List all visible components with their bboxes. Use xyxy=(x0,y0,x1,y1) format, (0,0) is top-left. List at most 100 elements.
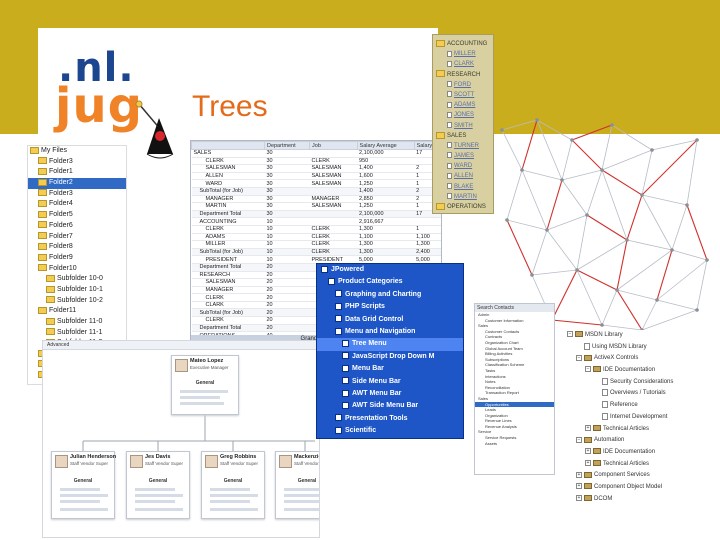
table-cell: 30 xyxy=(264,179,310,188)
table-row[interactable]: MANAGER 30 MANAGER 2,850 2 xyxy=(191,195,441,204)
tree-item-label: Admin xyxy=(478,312,490,317)
table-row[interactable]: CLERK 10 CLERK 1,300 1 xyxy=(191,225,441,234)
tree-item[interactable]: Subfolder 10-2 xyxy=(28,296,126,307)
tree-item[interactable]: SCOTT xyxy=(433,90,493,100)
table-row[interactable]: SubTotal (for Job) 10 CLERK 1,300 2,400 xyxy=(191,248,441,257)
tree-item[interactable]: ALLEN xyxy=(433,171,493,181)
tree-item[interactable]: Folder5 xyxy=(28,210,126,221)
tree-item[interactable]: + Technical Articles xyxy=(565,424,720,436)
table-cell: 950 xyxy=(357,157,415,166)
table-cell: SALESMAN xyxy=(309,172,358,181)
tree-item[interactable]: Subfolder 10-0 xyxy=(28,274,126,285)
tree-item[interactable]: MARTIN xyxy=(433,192,493,202)
tree-item[interactable]: Security Considerations xyxy=(565,377,720,389)
tree-item[interactable]: Folder10 xyxy=(28,264,126,275)
tree-item[interactable]: TURNER xyxy=(433,141,493,151)
tree-item[interactable]: Internet Development xyxy=(565,412,720,424)
tree-item[interactable]: Folder8 xyxy=(28,242,126,253)
table-row[interactable]: ADAMS 10 CLERK 1,100 1,100 xyxy=(191,233,441,242)
table-row[interactable]: SubTotal (for Job) 30 1,400 2 xyxy=(191,187,441,196)
tree-item[interactable]: JONES xyxy=(433,110,493,120)
tree-item[interactable]: BLAKE xyxy=(433,182,493,192)
tree-item[interactable]: OPERATIONS xyxy=(433,202,493,212)
tree-item[interactable]: − ActiveX Controls xyxy=(565,353,720,365)
graph-edge xyxy=(501,129,523,171)
tree-item[interactable]: CLARK xyxy=(433,59,493,69)
tree-item[interactable]: Folder4 xyxy=(28,199,126,210)
tree-item[interactable]: Graphing and Charting xyxy=(317,289,463,301)
column-header[interactable] xyxy=(191,141,265,150)
tree-item[interactable]: Assets xyxy=(475,441,554,447)
table-row[interactable]: ALLEN 30 SALESMAN 1,600 1 xyxy=(191,172,441,181)
tree-item[interactable]: ADAMS xyxy=(433,100,493,110)
column-header[interactable]: Job xyxy=(309,141,358,150)
tree-item[interactable]: Folder9 xyxy=(28,253,126,264)
tree-item[interactable]: + DCOM xyxy=(565,494,720,506)
tree-item[interactable]: ACCOUNTING xyxy=(433,39,493,49)
tree-item[interactable]: Folder6 xyxy=(28,221,126,232)
tree-item[interactable]: Folder3 xyxy=(28,157,126,168)
tree-item[interactable]: JPowered xyxy=(317,264,463,276)
tree-item[interactable]: JavaScript Drop Down M xyxy=(317,351,463,363)
tree-item[interactable]: Presentation Tools xyxy=(317,413,463,425)
tree-item[interactable]: SALES xyxy=(433,131,493,141)
tree-item[interactable]: Support xyxy=(317,437,463,438)
tree-item[interactable]: Subfolder 10-1 xyxy=(28,285,126,296)
tree-item[interactable]: − MSDN Library xyxy=(565,330,720,342)
org-card[interactable]: Mackenzie GibsonStaff Vendor Super Genera… xyxy=(275,451,319,519)
org-card[interactable]: Greg Robbins Staff Vendor Super General xyxy=(201,451,265,519)
tree-item[interactable]: WARD xyxy=(433,161,493,171)
tree-item[interactable]: − Automation xyxy=(565,435,720,447)
table-row[interactable]: Department Total 30 2,100,000 17 xyxy=(191,210,441,219)
tree-item[interactable]: SMITH xyxy=(433,121,493,131)
table-row[interactable]: ACCOUNTING 10 2,916,667 xyxy=(191,217,441,226)
tree-item[interactable]: − IDE Documentation xyxy=(565,365,720,377)
tree-item[interactable]: JAMES xyxy=(433,151,493,161)
tree-item[interactable]: Overviews / Tutorials xyxy=(565,388,720,400)
org-card-root[interactable]: Mateo Lopez Executive Manager General xyxy=(171,355,239,415)
logo-jug: jug xyxy=(55,78,143,134)
tree-item[interactable]: AWT Side Menu Bar xyxy=(317,400,463,412)
tree-item[interactable]: My Files xyxy=(28,146,126,157)
table-row[interactable]: MILLER 10 CLERK 1,300 1,300 xyxy=(191,240,441,249)
tree-item[interactable]: Folder3 xyxy=(28,189,126,200)
org-card[interactable]: Julian Henderson Staff Vendor Super Genera… xyxy=(51,451,116,519)
tree-item[interactable]: + Component Object Model xyxy=(565,482,720,494)
table-row[interactable]: MARTIN 30 SALESMAN 1,250 1 xyxy=(191,202,441,211)
tree-item[interactable]: Folder11 xyxy=(28,306,126,317)
table-row[interactable]: SALES 30 2,100,000 17 xyxy=(191,149,441,158)
tree-item[interactable]: + Component Services xyxy=(565,470,720,482)
tree-item[interactable]: Side Menu Bar xyxy=(317,376,463,388)
tree-item[interactable]: + IDE Documentation xyxy=(565,447,720,459)
tree-item[interactable]: FORD xyxy=(433,80,493,90)
org-card[interactable]: Jes Davis Staff Vendor Super General xyxy=(126,451,190,519)
tree-item[interactable]: Tree Menu xyxy=(317,338,463,351)
tree-item-label: Data Grid Control xyxy=(345,315,404,323)
tree-item[interactable]: + Technical Articles xyxy=(565,459,720,471)
tree-item[interactable]: Scientific xyxy=(317,425,463,437)
table-row[interactable]: SALESMAN 30 SALESMAN 1,400 2 xyxy=(191,164,441,173)
tree-item-label: ACCOUNTING xyxy=(447,41,488,47)
column-header[interactable]: Salary Average xyxy=(356,141,415,150)
tree-item[interactable]: Menu Bar xyxy=(317,363,463,375)
column-header[interactable]: Department xyxy=(263,141,311,150)
tree-item[interactable]: Subfolder 11-1 xyxy=(28,328,126,339)
tree-item[interactable]: Using MSDN Library xyxy=(565,342,720,354)
tree-item[interactable]: Menu and Navigation xyxy=(317,326,463,338)
tree-item[interactable]: MILLER xyxy=(433,49,493,59)
tree-item[interactable]: Data Grid Control xyxy=(317,314,463,326)
tree-item[interactable]: Folder1 xyxy=(28,167,126,178)
tree-item[interactable]: AWT Menu Bar xyxy=(317,388,463,400)
avatar xyxy=(175,359,188,372)
page-icon xyxy=(342,377,349,385)
tree-item[interactable]: Reference xyxy=(565,400,720,412)
tree-item[interactable]: PHP Scripts xyxy=(317,301,463,313)
tree-item[interactable]: Folder7 xyxy=(28,232,126,243)
tree-item[interactable]: Product Categories xyxy=(317,276,463,288)
tree-item[interactable]: Folder2 xyxy=(28,178,126,189)
table-row[interactable]: CLERK 30 CLERK 950 xyxy=(191,157,441,166)
tree-item[interactable]: RESEARCH xyxy=(433,70,493,80)
table-row[interactable]: WARD 30 SALESMAN 1,250 1 xyxy=(191,179,441,188)
expand-icon: − xyxy=(567,331,573,338)
tree-item[interactable]: Subfolder 11-0 xyxy=(28,317,126,328)
